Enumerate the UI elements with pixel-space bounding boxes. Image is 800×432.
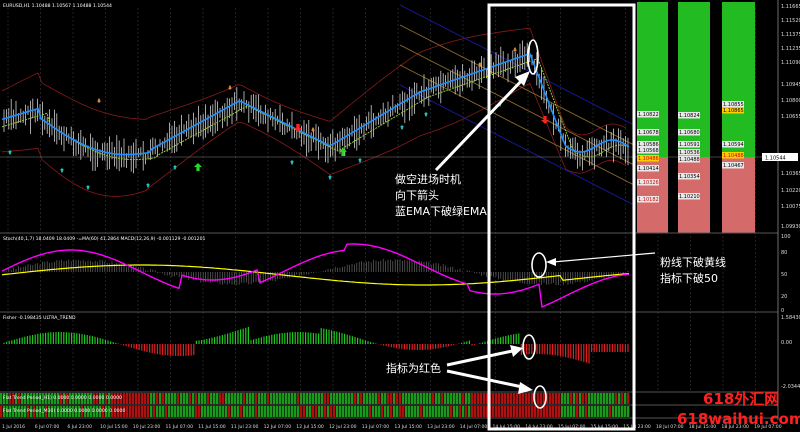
svg-text:1.10326: 1.10326: [638, 180, 659, 186]
svg-text:10 Jul 23:00: 10 Jul 23:00: [133, 424, 161, 430]
svg-text:12 Jul 23:00: 12 Jul 23:00: [329, 424, 357, 430]
svg-text:1.10591: 1.10591: [679, 142, 700, 148]
annotation-entry-3: 蓝EMA下破绿EMA: [395, 204, 487, 218]
flat1-header: Flat Trend Period_H1) 0.0000 0.0000 0.00…: [3, 395, 122, 401]
svg-text:11 Jul 07:00: 11 Jul 07:00: [166, 424, 194, 430]
svg-text:-2.034460: -2.034460: [781, 384, 800, 390]
annotation-stoch-2: 指标下破50: [660, 271, 718, 285]
current-price-tag: 1.10544: [765, 156, 786, 162]
fisher-header: Fisher -0.198435 ULTRA_TREND: [3, 315, 76, 321]
annotation-entry-2: 向下箭头: [395, 188, 439, 202]
svg-text:1.10354: 1.10354: [679, 174, 700, 180]
annotation-fisher: 指标为红色: [386, 361, 441, 375]
svg-text:100: 100: [781, 234, 791, 240]
svg-text:1.10822: 1.10822: [638, 112, 659, 118]
level-columns: 1.108221.106781.105861.105681.104861.104…: [637, 2, 755, 233]
watermark-line2: 618waihui.com: [677, 410, 800, 428]
svg-text:1.10365: 1.10365: [781, 171, 800, 177]
svg-text:11 Jul 23:00: 11 Jul 23:00: [231, 424, 259, 430]
svg-text:1.10594: 1.10594: [723, 142, 744, 148]
svg-text:50: 50: [781, 272, 787, 278]
svg-text:0.00: 0.00: [781, 340, 792, 346]
svg-text:11 Jul 15:00: 11 Jul 15:00: [198, 424, 226, 430]
svg-text:1 Jul 2016: 1 Jul 2016: [2, 424, 25, 430]
svg-text:1.11090: 1.11090: [781, 60, 800, 66]
svg-text:1.10655: 1.10655: [781, 114, 800, 120]
svg-text:1.10800: 1.10800: [781, 98, 800, 104]
svg-text:1.10220: 1.10220: [781, 188, 800, 194]
svg-text:1.10945: 1.10945: [781, 82, 800, 88]
svg-text:1.10678: 1.10678: [638, 130, 659, 136]
svg-text:80: 80: [781, 250, 787, 256]
svg-text:1.11520: 1.11520: [781, 18, 800, 24]
svg-text:1.09930: 1.09930: [781, 224, 800, 230]
svg-text:0: 0: [781, 308, 784, 314]
svg-text:1.10680: 1.10680: [679, 130, 700, 136]
svg-text:10 Jul 15:00: 10 Jul 15:00: [100, 424, 128, 430]
annotation-entry-1: 做空进场时机: [395, 172, 461, 186]
svg-text:6 Jul 07:00: 6 Jul 07:00: [35, 424, 60, 430]
svg-text:1.11665: 1.11665: [781, 4, 800, 10]
trading-chart[interactable]: EURUSD,H1 1.10488 1.10567 1.10488 1.1054…: [0, 0, 800, 432]
svg-text:1.10467: 1.10467: [723, 163, 744, 169]
svg-text:14 Jul 07:00: 14 Jul 07:00: [460, 424, 488, 430]
svg-text:1.10536: 1.10536: [679, 150, 700, 156]
svg-text:1.10824: 1.10824: [679, 113, 700, 119]
svg-text:1.10486: 1.10486: [638, 156, 659, 162]
svg-text:20: 20: [781, 294, 787, 300]
main-header: EURUSD,H1 1.10488 1.10567 1.10488 1.1054…: [3, 3, 112, 9]
svg-text:1.11375: 1.11375: [781, 32, 800, 38]
flat2-header: Flat Trend Period_M30) 0.0000 0.0000 0.0…: [3, 408, 125, 414]
svg-text:1.10488: 1.10488: [723, 153, 744, 159]
svg-text:13 Jul 15:00: 13 Jul 15:00: [394, 424, 422, 430]
watermark-line1: 618外汇网: [703, 390, 779, 408]
svg-text:1.10865: 1.10865: [723, 108, 744, 114]
svg-text:1.11235: 1.11235: [781, 46, 800, 52]
svg-text:12 Jul 15:00: 12 Jul 15:00: [296, 424, 324, 430]
svg-text:6 Jul 23:00: 6 Jul 23:00: [67, 424, 92, 430]
svg-text:12 Jul 07:00: 12 Jul 07:00: [264, 424, 292, 430]
svg-text:1.10414: 1.10414: [638, 166, 659, 172]
svg-text:1.10488: 1.10488: [679, 157, 700, 163]
svg-text:13 Jul 07:00: 13 Jul 07:00: [362, 424, 390, 430]
stoch-header: Stoch(40,1,7) 18.0409 18.0409 -=MA(60) 4…: [3, 236, 206, 242]
svg-text:1.10568: 1.10568: [638, 148, 659, 154]
svg-text:13 Jul 23:00: 13 Jul 23:00: [427, 424, 455, 430]
svg-text:1.584305: 1.584305: [781, 315, 800, 321]
svg-text:1.10182: 1.10182: [638, 197, 659, 203]
annotation-stoch-1: 粉线下破黄线: [660, 255, 726, 269]
svg-text:1.10075: 1.10075: [781, 204, 800, 210]
svg-text:1.10210: 1.10210: [679, 194, 700, 200]
